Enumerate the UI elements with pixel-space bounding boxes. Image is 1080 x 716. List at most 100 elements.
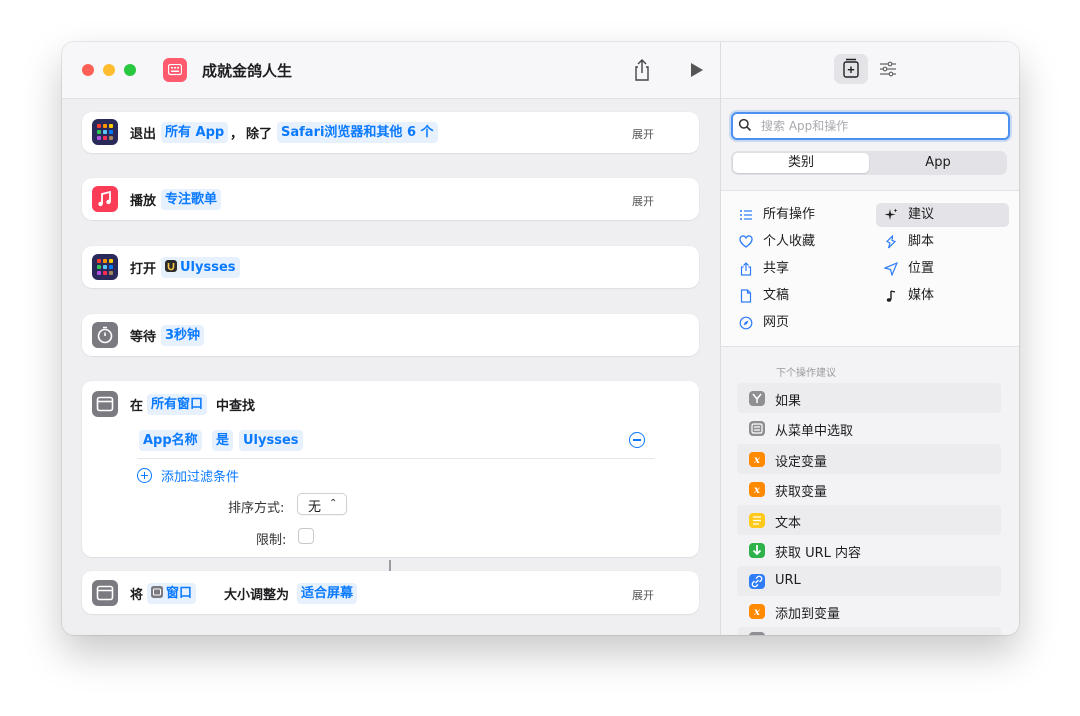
resize-window-action[interactable]: 将 窗口 大小调整为 适合屏幕 展开 [82,571,699,614]
document-icon [740,289,752,303]
apps-param[interactable]: 所有 App [161,122,229,143]
sidebar-toolbar [721,42,1019,99]
window-param[interactable]: 窗口 [147,583,197,604]
except-label: 除了 [246,127,273,142]
comma-separator: ， [230,127,244,142]
add-filter-button[interactable]: 添加过滤条件 [137,466,239,485]
suggestion-get-url-contents[interactable]: 获取 URL 内容 [737,535,1001,565]
suggestion-url[interactable]: URL [737,566,1001,596]
category-label: 所有操作 [763,207,816,222]
app-param[interactable]: Ulysses [161,257,240,278]
zoom-window-button[interactable] [124,64,136,76]
suggestion-add-to-variable[interactable]: x 添加到变量 [737,596,1001,626]
variable-icon: x [749,482,765,497]
sort-value: 无 [308,500,322,515]
music-icon [92,186,118,212]
playlist-param[interactable]: 专注歌单 [161,189,222,210]
suggestion-if[interactable]: 如果 [737,383,1001,413]
text-icon [749,513,765,528]
wait-action[interactable]: 等待 3秒钟 [82,314,699,356]
minimize-window-button[interactable] [103,64,115,76]
category-scripting[interactable]: 脚本 [876,230,1009,254]
category-label: 位置 [908,261,935,276]
action-library-sidebar: 类别 App 所有操作 建议 个人收藏 脚本 共享 [720,42,1019,635]
suggestion-choose-from-menu[interactable]: 从菜单中选取 [737,413,1001,443]
filter-field[interactable]: App名称 [139,430,202,451]
suggestion-set-variable[interactable]: x 设定变量 [737,444,1001,474]
category-all-actions[interactable]: 所有操作 [731,203,861,227]
heart-icon [739,235,753,248]
set-verb: 将 [130,588,144,603]
category-media[interactable]: 媒体 [876,284,1009,308]
filter-operator[interactable]: 是 [212,430,234,451]
open-app-action[interactable]: 打开 Ulysses [82,246,699,288]
shortcut-editor-window: 成就金鸽人生 退出 所有 App ， 除了 Safari浏览器和其他 6 个 展… [62,42,1019,635]
suggestion-text[interactable]: 文本 [737,505,1001,535]
editor-pane: 成就金鸽人生 退出 所有 App ， 除了 Safari浏览器和其他 6 个 展… [62,42,720,635]
quit-apps-action[interactable]: 退出 所有 App ， 除了 Safari浏览器和其他 6 个 展开 [82,112,699,153]
library-icon [843,58,859,78]
share-icon [740,262,752,276]
sort-select[interactable]: 无 ⌃ [297,493,347,515]
category-label: 网页 [763,315,790,330]
keyboard-icon[interactable] [163,58,187,82]
size-param[interactable]: 适合屏幕 [297,583,358,604]
except-apps-param[interactable]: Safari浏览器和其他 6 个 [277,122,438,143]
find-windows-action[interactable]: 在 所有窗口 中查找 App名称 是 Ulysses 添加过滤条件 排序方式: … [82,381,699,557]
sort-label: 排序方式: [228,501,285,516]
music-note-icon [886,290,896,302]
filter-value[interactable]: Ulysses [239,430,303,451]
category-label: 个人收藏 [763,234,816,249]
category-list: 所有操作 建议 个人收藏 脚本 共享 位置 文稿 媒体 网页 [721,190,1019,347]
windows-param[interactable]: 所有窗口 [147,394,208,415]
suggestion-next-partial[interactable] [737,627,1001,635]
limit-label: 限制: [256,533,287,548]
svg-text:x: x [753,607,761,618]
window-param-label: 窗口 [166,586,193,601]
segment-categories[interactable]: 类别 [733,153,869,173]
category-favorites[interactable]: 个人收藏 [731,230,861,254]
variable-icon: x [749,604,765,619]
sliders-icon[interactable] [877,58,899,80]
wait-verb: 等待 [130,330,157,345]
add-filter-label: 添加过滤条件 [161,470,240,485]
category-documents[interactable]: 文稿 [731,284,861,308]
category-web[interactable]: 网页 [731,311,861,335]
action-library-button[interactable] [834,54,868,84]
category-suggestions[interactable]: 建议 [876,203,1009,227]
duration-param[interactable]: 3秒钟 [161,325,205,346]
segment-apps[interactable]: App [871,153,1005,173]
expand-button[interactable]: 展开 [632,587,654,603]
suggestion-label: 如果 [775,394,802,409]
window-icon [92,580,118,606]
share-icon[interactable] [632,58,652,82]
shortcut-title[interactable]: 成就金鸽人生 [202,60,292,81]
suggestion-label: 获取变量 [775,485,828,500]
category-sharing[interactable]: 共享 [731,257,861,281]
remove-filter-button[interactable] [629,432,645,448]
run-shortcut-button[interactable] [686,60,706,80]
play-music-action[interactable]: 播放 专注歌单 展开 [82,178,699,220]
category-label: 脚本 [908,234,935,249]
close-window-button[interactable] [82,64,94,76]
search-icon [738,118,752,132]
window-icon [92,391,118,417]
category-label: 建议 [908,207,935,222]
download-icon [749,543,765,558]
app-grid-icon [92,254,118,280]
ulysses-app-icon [165,260,177,272]
chevron-updown-icon: ⌃ [329,498,338,509]
search-field[interactable] [731,112,1010,140]
branch-icon [749,391,765,406]
expand-button[interactable]: 展开 [632,193,654,209]
location-icon [884,262,898,276]
search-input[interactable] [759,116,1003,136]
suggestion-label: 添加到变量 [775,607,841,622]
category-location[interactable]: 位置 [876,257,1009,281]
in-label: 在 [130,399,144,414]
limit-checkbox[interactable] [298,528,314,544]
svg-text:x: x [753,455,761,466]
expand-button[interactable]: 展开 [632,126,654,142]
suggestion-get-variable[interactable]: x 获取变量 [737,474,1001,504]
suggestion-label: 设定变量 [775,455,828,470]
